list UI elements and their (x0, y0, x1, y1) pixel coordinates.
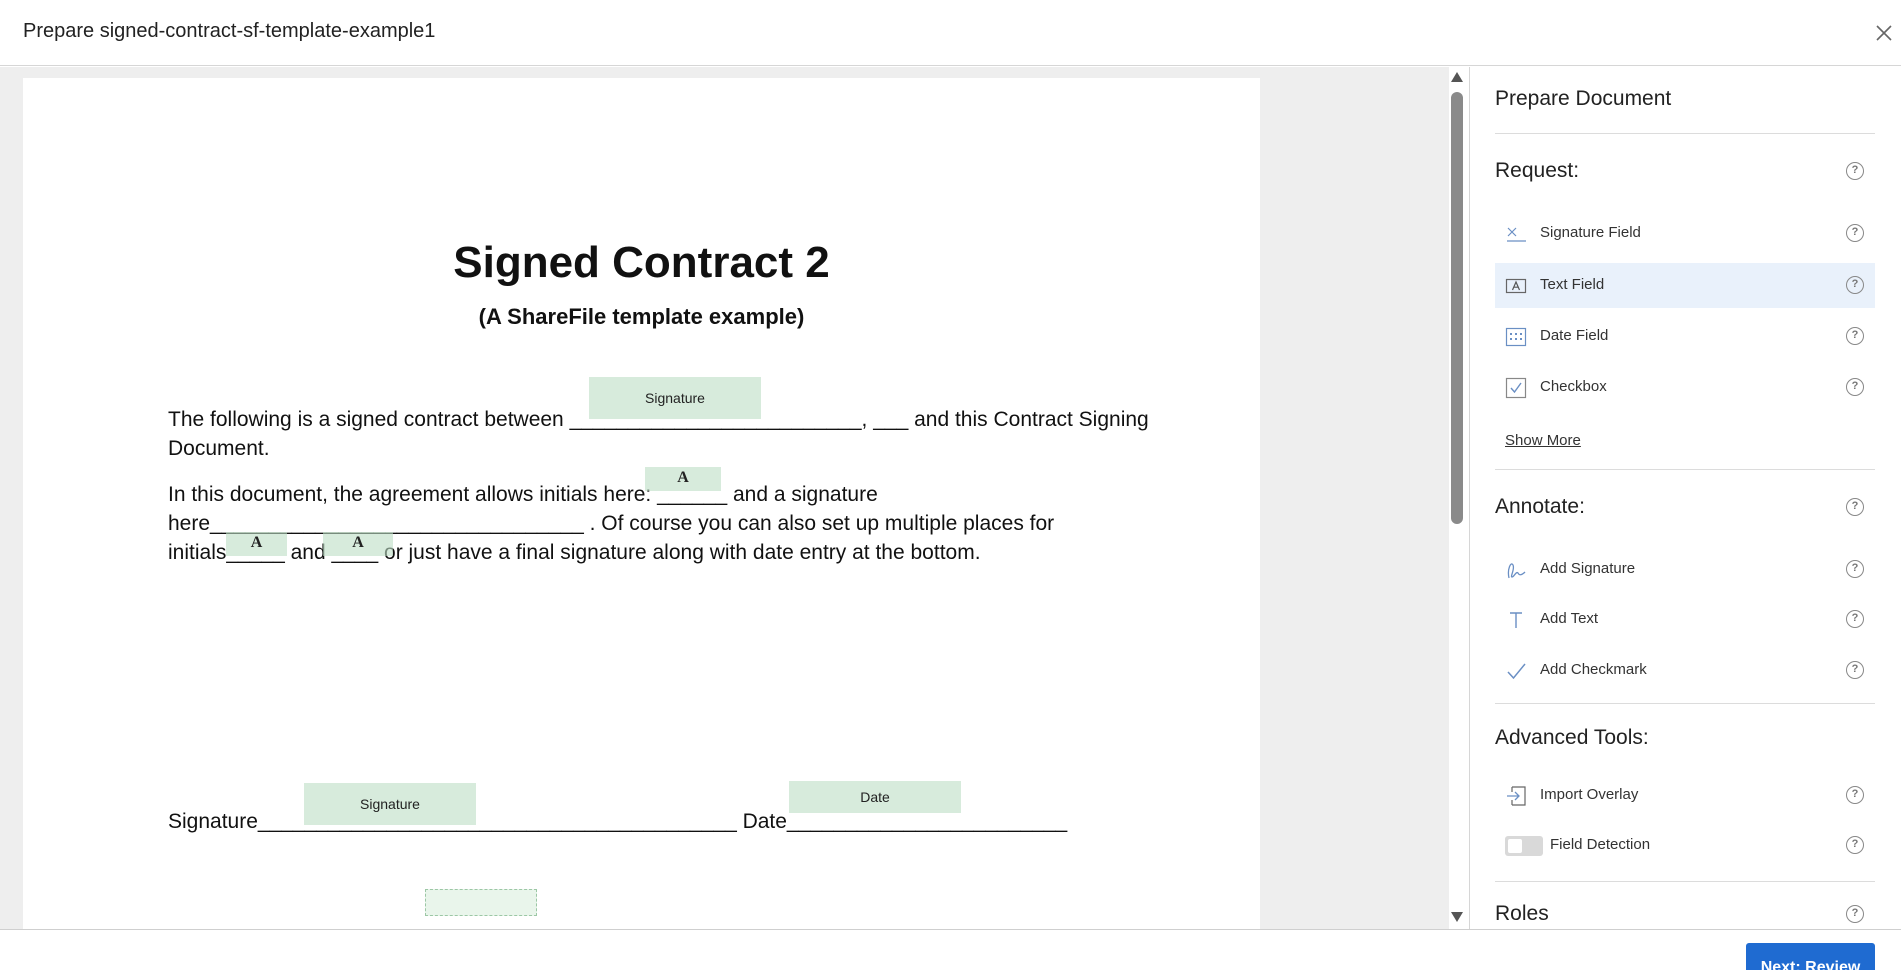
dialog-title: Prepare signed-contract-sf-template-exam… (23, 20, 436, 42)
scrollbar-thumb[interactable] (1451, 92, 1463, 524)
help-icon[interactable]: ? (1846, 786, 1864, 804)
show-more-link[interactable]: Show More (1505, 432, 1581, 449)
help-icon[interactable]: ? (1846, 836, 1864, 854)
roles-heading: Roles (1495, 902, 1549, 925)
help-icon[interactable]: ? (1846, 276, 1864, 294)
date-field[interactable]: Date (789, 781, 961, 813)
help-icon[interactable]: ? (1846, 661, 1864, 679)
divider (1495, 133, 1875, 134)
document-paragraph-line: In this document, the agreement allows i… (168, 483, 878, 506)
annotate-help-icon[interactable]: ? (1846, 498, 1864, 516)
advanced-tools-heading: Advanced Tools: (1495, 726, 1649, 749)
scroll-up-arrow-icon[interactable] (1451, 72, 1463, 82)
tool-text-field[interactable]: Text Field ? (1495, 263, 1875, 308)
roles-help-icon[interactable]: ? (1846, 905, 1864, 923)
document-scrollbar[interactable] (1449, 67, 1465, 929)
tool-label: Add Checkmark (1540, 661, 1647, 678)
tool-import-overlay[interactable]: Import Overlay ? (1495, 773, 1875, 818)
request-help-icon[interactable]: ? (1846, 162, 1864, 180)
initials-field-3[interactable]: A (323, 532, 393, 556)
tool-label: Add Signature (1540, 560, 1636, 577)
next-review-button[interactable]: Next: Review (1746, 943, 1875, 970)
text-t-icon (1510, 612, 1522, 628)
empty-field-placeholder[interactable] (425, 889, 537, 916)
help-icon[interactable]: ? (1846, 378, 1864, 396)
import-icon (1507, 786, 1526, 806)
document-paragraph-line: Document. (168, 437, 270, 460)
tool-add-text[interactable]: Add Text ? (1495, 597, 1875, 642)
divider (1495, 881, 1875, 882)
document-viewer[interactable]: Signed Contract 2 (A ShareFile template … (0, 67, 1449, 929)
signature-field-icon (1507, 227, 1526, 242)
document-title: Signed Contract 2 (453, 238, 830, 287)
tool-label: Field Detection (1550, 836, 1651, 853)
help-icon[interactable]: ? (1846, 327, 1864, 345)
scroll-down-arrow-icon[interactable] (1451, 912, 1463, 922)
annotate-heading: Annotate: (1495, 495, 1585, 518)
dialog-footer: Next: Review (0, 929, 1901, 970)
help-icon[interactable]: ? (1846, 224, 1864, 242)
divider (1495, 469, 1875, 470)
tool-label: Text Field (1540, 276, 1605, 293)
document-page[interactable]: Signed Contract 2 (A ShareFile template … (23, 78, 1260, 929)
tool-signature-field[interactable]: Signature Field ? (1495, 211, 1875, 256)
tool-add-checkmark[interactable]: Add Checkmark ? (1495, 648, 1875, 693)
tool-add-signature[interactable]: Add Signature ? (1495, 547, 1875, 592)
pen-signature-icon (1507, 563, 1526, 579)
signature-field-2[interactable]: Signature (304, 783, 476, 825)
text-field-icon (1505, 278, 1527, 294)
initials-field-1[interactable]: A (645, 467, 721, 491)
document-subtitle: (A ShareFile template example) (478, 304, 805, 329)
document-paragraph-line: here________________________________ . O… (168, 512, 1055, 535)
checkmark-icon (1507, 663, 1526, 680)
close-icon[interactable] (1873, 22, 1895, 44)
signature-field-1[interactable]: Signature (589, 377, 761, 419)
panel-title: Prepare Document (1495, 87, 1672, 110)
divider (1495, 703, 1875, 704)
tool-label: Import Overlay (1540, 786, 1639, 803)
tool-checkbox[interactable]: Checkbox ? (1495, 365, 1875, 410)
tool-label: Checkbox (1540, 378, 1607, 395)
tool-label: Add Text (1540, 610, 1599, 627)
field-detection-toggle[interactable] (1505, 836, 1543, 856)
prepare-document-panel: Prepare Document Request: ? Signature Fi… (1469, 67, 1901, 929)
initials-field-2[interactable]: A (226, 532, 287, 556)
dialog-header: Prepare signed-contract-sf-template-exam… (0, 0, 1901, 66)
tool-field-detection[interactable]: Field Detection ? (1495, 823, 1875, 868)
help-icon[interactable]: ? (1846, 610, 1864, 628)
checkbox-icon (1505, 377, 1527, 399)
document-paragraph-line: initials_____ and ____ or just have a fi… (168, 541, 981, 564)
toggle-knob (1508, 839, 1522, 853)
tool-date-field[interactable]: Date Field ? (1495, 314, 1875, 359)
calendar-icon (1505, 327, 1527, 347)
help-icon[interactable]: ? (1846, 560, 1864, 578)
request-heading: Request: (1495, 159, 1580, 182)
tool-label: Date Field (1540, 327, 1609, 344)
tool-label: Signature Field (1540, 224, 1641, 241)
